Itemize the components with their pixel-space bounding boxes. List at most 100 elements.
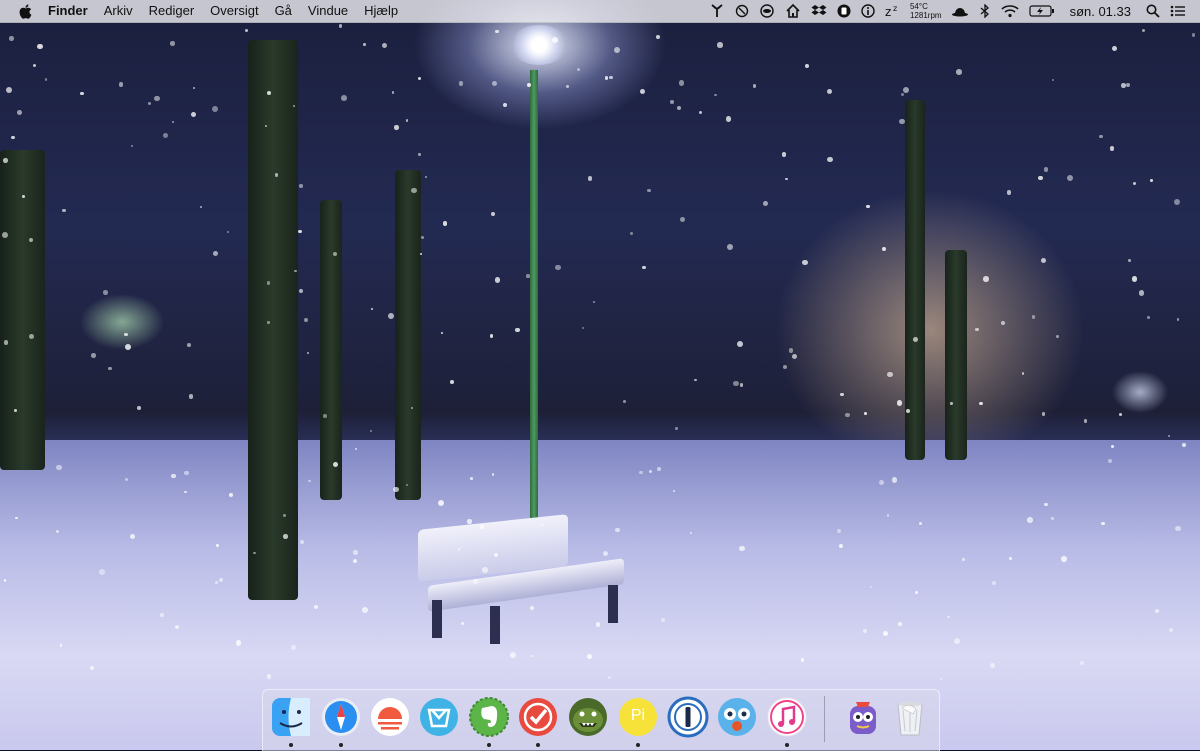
monster-icon[interactable] bbox=[567, 696, 609, 738]
snowflake bbox=[592, 300, 596, 304]
robot-icon[interactable] bbox=[842, 696, 884, 738]
snowflake bbox=[411, 187, 417, 194]
snowflake bbox=[783, 365, 788, 370]
mailbox-icon[interactable] bbox=[418, 696, 460, 738]
trash-icon[interactable] bbox=[889, 696, 931, 738]
snowflake bbox=[630, 231, 633, 235]
snowflake bbox=[1174, 198, 1181, 205]
dropbox-icon[interactable] bbox=[806, 0, 832, 22]
apple-menu-icon[interactable] bbox=[18, 3, 32, 19]
snowflake bbox=[421, 235, 425, 239]
snowflake bbox=[1150, 179, 1154, 182]
snowflake bbox=[267, 321, 270, 324]
menu-rediger[interactable]: Rediger bbox=[141, 0, 203, 22]
snowflake bbox=[896, 400, 903, 406]
sleep-zz-icon[interactable]: zz bbox=[880, 0, 906, 22]
safari-icon[interactable] bbox=[320, 696, 362, 738]
evernote-icon[interactable] bbox=[468, 696, 510, 738]
snowflake bbox=[90, 666, 94, 670]
snowflake bbox=[827, 156, 833, 163]
snowflake bbox=[215, 544, 219, 547]
snowflake bbox=[184, 490, 187, 493]
snowflake bbox=[417, 76, 422, 80]
snowflake bbox=[32, 63, 37, 68]
sunrise-icon[interactable] bbox=[369, 696, 411, 738]
snowflake bbox=[186, 342, 191, 347]
menu-vindue[interactable]: Vindue bbox=[300, 0, 356, 22]
snowflake bbox=[442, 221, 448, 226]
eye-icon[interactable] bbox=[754, 0, 780, 22]
cpu-temperature: 54°C bbox=[909, 2, 928, 11]
snowflake bbox=[283, 534, 288, 539]
spotlight-search-icon[interactable] bbox=[1141, 0, 1165, 22]
menu-arkiv[interactable]: Arkiv bbox=[96, 0, 141, 22]
itunes-icon[interactable] bbox=[766, 696, 808, 738]
snowflake bbox=[1043, 167, 1049, 172]
bowler-hat-icon[interactable] bbox=[946, 0, 974, 22]
snowflake bbox=[587, 653, 593, 659]
wifi-icon[interactable] bbox=[996, 0, 1024, 22]
menu-ga[interactable]: Gå bbox=[267, 0, 300, 22]
network-antenna-icon[interactable] bbox=[704, 0, 730, 22]
snowflake bbox=[587, 175, 593, 181]
info-icon[interactable] bbox=[856, 0, 880, 22]
snowflake bbox=[1121, 83, 1126, 88]
snowflake bbox=[340, 95, 347, 101]
clock[interactable]: søn. 01.33 bbox=[1060, 4, 1141, 19]
tree-trunk bbox=[248, 40, 298, 600]
snowflake bbox=[299, 184, 303, 188]
snowflake bbox=[490, 211, 495, 217]
snowflake bbox=[865, 204, 870, 209]
snowflake bbox=[147, 101, 151, 105]
snowflake bbox=[457, 548, 461, 551]
snowflake bbox=[836, 529, 841, 534]
tweetbot-icon[interactable] bbox=[716, 696, 758, 738]
snowflake bbox=[656, 35, 660, 39]
snowflake bbox=[1146, 315, 1150, 319]
snowflake bbox=[440, 332, 443, 335]
temperature-monitor[interactable]: 54°C 1281rpm bbox=[906, 2, 946, 20]
snowflake bbox=[391, 91, 395, 94]
snowflake bbox=[826, 88, 832, 94]
snowflake bbox=[137, 406, 141, 410]
snowflake bbox=[299, 289, 304, 294]
snowflake bbox=[387, 313, 394, 320]
home-icon[interactable] bbox=[780, 0, 806, 22]
snowflake bbox=[191, 112, 197, 118]
fan-speed: 1281rpm bbox=[909, 11, 942, 20]
snowflake bbox=[1192, 33, 1196, 37]
snowflake bbox=[171, 121, 175, 124]
menu-oversigt[interactable]: Oversigt bbox=[202, 0, 266, 22]
snowflake bbox=[1007, 190, 1012, 195]
do-not-disturb-icon[interactable] bbox=[730, 0, 754, 22]
snowflake bbox=[802, 259, 808, 266]
pi-icon[interactable]: Pi bbox=[617, 696, 659, 738]
snowflake bbox=[493, 553, 498, 558]
dashlane-icon[interactable] bbox=[832, 0, 856, 22]
snowflake bbox=[1009, 557, 1012, 560]
1password-icon[interactable] bbox=[667, 696, 709, 738]
battery-icon[interactable] bbox=[1024, 0, 1060, 22]
snowflake bbox=[1110, 444, 1114, 448]
snowflake bbox=[902, 87, 909, 94]
snowflake bbox=[752, 84, 757, 88]
snowflake bbox=[55, 530, 59, 534]
snowflake bbox=[789, 348, 794, 353]
snowflake bbox=[677, 105, 682, 110]
finder-icon[interactable] bbox=[270, 696, 312, 738]
snowflake bbox=[108, 366, 112, 371]
snowflake bbox=[864, 412, 867, 415]
menu-hjaelp[interactable]: Hjælp bbox=[356, 0, 406, 22]
notification-center-icon[interactable] bbox=[1165, 0, 1200, 22]
snowflake bbox=[657, 467, 661, 472]
snowflake bbox=[595, 622, 601, 627]
snowflake bbox=[892, 477, 898, 483]
snowflake bbox=[845, 412, 850, 417]
snowflake bbox=[99, 569, 105, 575]
bluetooth-icon[interactable] bbox=[974, 0, 996, 22]
menu-app-finder[interactable]: Finder bbox=[40, 0, 96, 22]
snowflake bbox=[739, 545, 746, 552]
snowflake bbox=[887, 372, 893, 378]
wunderlist-icon[interactable] bbox=[517, 696, 559, 738]
snowflake bbox=[1112, 46, 1118, 52]
